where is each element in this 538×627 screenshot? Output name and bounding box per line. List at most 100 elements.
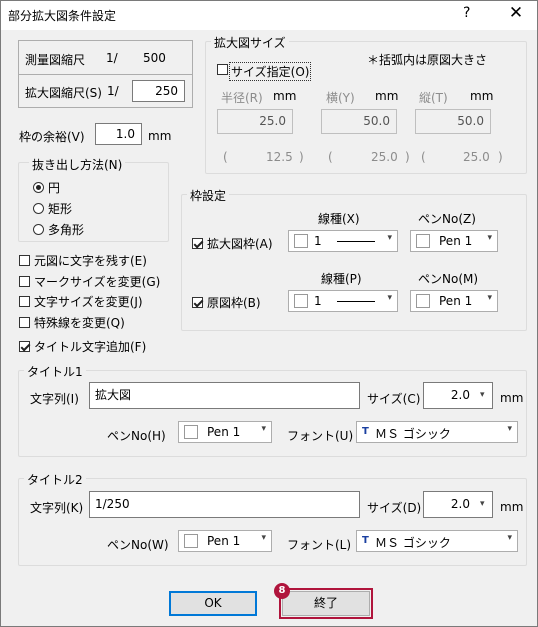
window-title: 部分拡大図条件設定 xyxy=(8,9,117,23)
ok-button[interactable]: OK xyxy=(169,591,257,616)
enlarge-frame-checkbox[interactable] xyxy=(192,238,203,249)
title1-font-select[interactable]: T ＭＳ ゴシック ▾ xyxy=(356,421,518,443)
width-input[interactable]: 50.0 xyxy=(321,109,397,134)
height-label: 縦(T) xyxy=(419,91,448,105)
radius-input[interactable]: 25.0 xyxy=(217,109,293,134)
title2-text-input[interactable]: 1/250 xyxy=(89,491,360,518)
radius-label: 半径(R) xyxy=(221,91,263,105)
title1-legend: タイトル1 xyxy=(24,363,86,380)
mark-size-checkbox[interactable] xyxy=(19,276,30,287)
radio-polygon-label[interactable]: 多角形 xyxy=(48,221,84,238)
radio-rectangle[interactable] xyxy=(33,203,44,214)
orig-linetype-select[interactable]: 1 ▾ xyxy=(288,290,398,312)
orig-width-close: ) xyxy=(405,150,410,164)
orig-linetype-value: 1 xyxy=(314,294,322,308)
frame-legend: 枠設定 xyxy=(187,187,230,204)
help-button[interactable]: ? xyxy=(463,5,470,21)
radio-rectangle-label[interactable]: 矩形 xyxy=(48,200,72,217)
pen-label: ペンNo(Z) xyxy=(418,212,476,226)
scale-divider xyxy=(19,74,192,75)
radio-circle[interactable] xyxy=(33,182,44,193)
title2-size-label: サイズ(D) xyxy=(367,501,422,515)
width-label: 横(Y) xyxy=(326,91,355,105)
title1-text-label: 文字列(I) xyxy=(30,392,79,406)
mark-size-label[interactable]: マークサイズを変更(G) xyxy=(34,273,160,290)
title2-pen-label: ペンNo(W) xyxy=(107,538,169,552)
survey-scale-prefix: 1/ xyxy=(106,51,118,65)
orig-width-value: 25.0 xyxy=(371,150,398,164)
line-sample xyxy=(337,241,375,242)
text-size-label[interactable]: 文字サイズを変更(J) xyxy=(34,293,143,310)
title1-font-value: ＭＳ ゴシック xyxy=(375,427,451,441)
extraction-legend: 抜き出し方法(N) xyxy=(29,156,126,173)
height-input[interactable]: 50.0 xyxy=(415,109,491,134)
margin-unit: mm xyxy=(148,129,172,143)
color-swatch xyxy=(416,294,430,308)
orig-height-open: ( xyxy=(421,150,426,164)
height-unit: mm xyxy=(470,89,494,103)
enlarge-linetype-select[interactable]: 1 ▾ xyxy=(288,230,398,252)
size-specify-label[interactable]: サイズ指定(O) xyxy=(229,62,312,81)
color-swatch xyxy=(294,294,308,308)
chevron-down-icon: ▾ xyxy=(507,533,512,543)
radio-circle-label[interactable]: 円 xyxy=(48,179,60,196)
enlarge-scale-label: 拡大図縮尺(S) xyxy=(25,86,102,100)
size-specify-checkbox[interactable] xyxy=(217,64,228,75)
orig-pen-select[interactable]: Pen 1 ▾ xyxy=(410,290,498,312)
title1-size-label: サイズ(C) xyxy=(367,392,421,406)
keep-text-checkbox[interactable] xyxy=(19,255,30,266)
orig-radius-close: ) xyxy=(299,150,304,164)
title1-text-input[interactable]: 拡大図 xyxy=(89,382,360,409)
margin-label: 枠の余裕(V) xyxy=(19,130,85,144)
special-line-label[interactable]: 特殊線を変更(Q) xyxy=(34,314,125,331)
step-number-badge: 8 xyxy=(274,583,290,599)
orig-frame-checkbox[interactable] xyxy=(192,297,203,308)
orig-frame-label[interactable]: 原図枠(B) xyxy=(207,294,261,311)
title-text-checkbox[interactable] xyxy=(19,341,30,352)
margin-input[interactable]: 1.0 xyxy=(95,123,142,145)
linetype2-label: 線種(P) xyxy=(321,272,362,286)
chevron-down-icon: ▾ xyxy=(487,293,492,303)
text-size-checkbox[interactable] xyxy=(19,296,30,307)
linetype-label: 線種(X) xyxy=(318,212,360,226)
enlarge-pen-value: Pen 1 xyxy=(439,234,473,248)
enlarge-pen-select[interactable]: Pen 1 ▾ xyxy=(410,230,498,252)
color-swatch xyxy=(184,534,198,548)
title1-font-label: フォント(U) xyxy=(287,429,354,443)
enlarge-scale-input[interactable]: 250 xyxy=(132,80,185,102)
chevron-down-icon: ▾ xyxy=(507,424,512,434)
dialog-window: 部分拡大図条件設定 ? ✕ 測量図縮尺 1/ 500 拡大図縮尺(S) 1/ 2… xyxy=(0,0,538,627)
color-swatch xyxy=(184,425,198,439)
color-swatch xyxy=(294,234,308,248)
chevron-down-icon: ▾ xyxy=(487,233,492,243)
orig-radius-open: ( xyxy=(223,150,228,164)
title-text-label[interactable]: タイトル文字追加(F) xyxy=(34,338,146,355)
title2-pen-value: Pen 1 xyxy=(207,534,241,548)
title2-size-unit: mm xyxy=(500,500,524,514)
orig-width-open: ( xyxy=(328,150,333,164)
orig-radius-value: 12.5 xyxy=(266,150,293,164)
enlarge-linetype-value: 1 xyxy=(314,234,322,248)
title1-pen-value: Pen 1 xyxy=(207,425,241,439)
survey-scale-label: 測量図縮尺 xyxy=(25,53,86,67)
title2-legend: タイトル2 xyxy=(24,471,86,488)
orig-height-value: 25.0 xyxy=(463,150,490,164)
title1-pen-select[interactable]: Pen 1 ▾ xyxy=(178,421,272,443)
step-highlight-box xyxy=(279,588,373,619)
title2-font-label: フォント(L) xyxy=(287,538,352,552)
title2-font-select[interactable]: T ＭＳ ゴシック ▾ xyxy=(356,530,518,552)
close-button[interactable]: ✕ xyxy=(501,3,531,27)
special-line-checkbox[interactable] xyxy=(19,317,30,328)
pen2-label: ペンNo(M) xyxy=(418,272,479,286)
title2-text-label: 文字列(K) xyxy=(30,501,84,515)
title1-pen-label: ペンNo(H) xyxy=(107,429,166,443)
chevron-down-icon: ▾ xyxy=(261,533,266,543)
title1-size-unit: mm xyxy=(500,391,524,405)
keep-text-label[interactable]: 元図に文字を残す(E) xyxy=(34,252,147,269)
enlarge-frame-label[interactable]: 拡大図枠(A) xyxy=(207,235,273,252)
title2-pen-select[interactable]: Pen 1 ▾ xyxy=(178,530,272,552)
radio-polygon[interactable] xyxy=(33,224,44,235)
chevron-down-icon: ▾ xyxy=(261,424,266,434)
title-bar: 部分拡大図条件設定 ? ✕ xyxy=(1,1,537,30)
orig-height-close: ) xyxy=(498,150,503,164)
